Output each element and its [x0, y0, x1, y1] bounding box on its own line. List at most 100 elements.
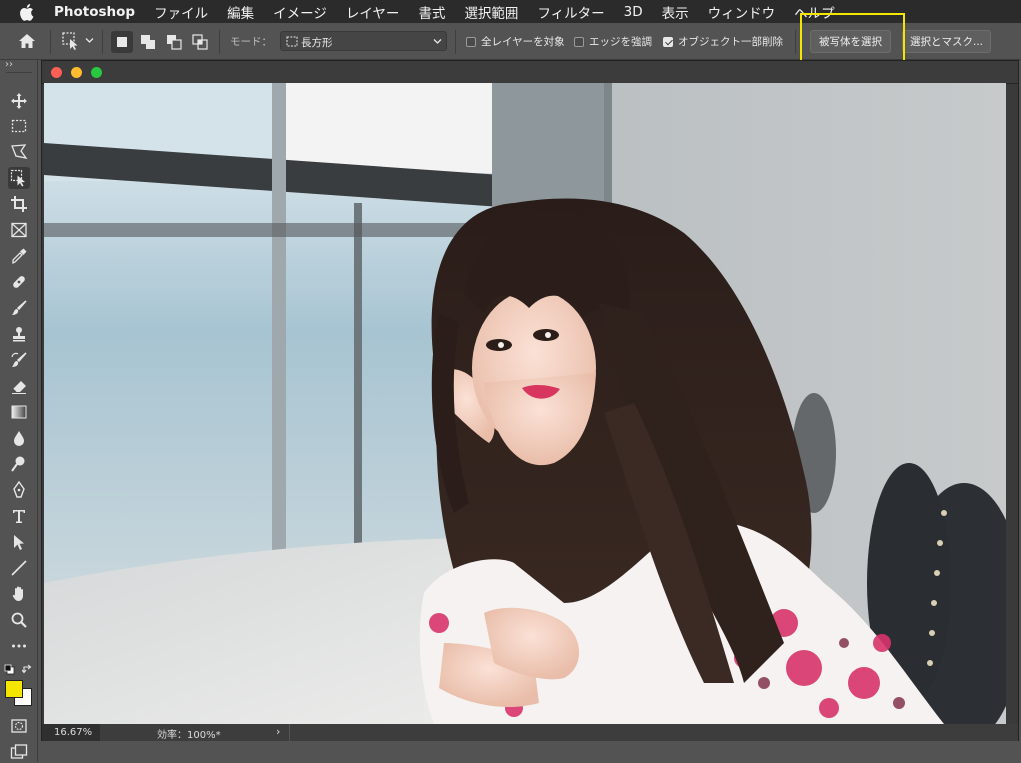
menu-file[interactable]: ファイル [154, 2, 208, 22]
select-subject-button[interactable]: 被写体を選択 [810, 30, 891, 53]
type-icon [13, 510, 25, 523]
move-icon [11, 93, 27, 109]
sample-all-layers-box [466, 36, 476, 47]
object-subtract-box [663, 36, 673, 47]
zoom-tool[interactable] [8, 609, 30, 631]
minimize-window-button[interactable] [71, 67, 82, 78]
document-titlebar [42, 61, 1018, 84]
enhance-edge-checkbox[interactable]: エッジを強調 [574, 34, 652, 49]
rectangle-mode-icon [286, 36, 298, 47]
dodge-icon [11, 456, 25, 472]
screen-mode-button[interactable] [8, 741, 30, 763]
line-icon [11, 560, 27, 576]
app-name-menu[interactable]: Photoshop [54, 4, 135, 20]
magnifier-icon [11, 612, 27, 628]
menu-type[interactable]: 書式 [418, 2, 445, 22]
select-and-mask-label: 選択とマスク... [909, 36, 983, 48]
brush-icon [12, 300, 27, 315]
eyedropper-icon [12, 248, 27, 265]
options-bar: モード： 長方形 全レイヤーを対象 エッジを強調 オブジェクト一部削除 被写体を… [0, 23, 1021, 60]
foreground-color-swatch[interactable] [5, 680, 23, 698]
clone-stamp-tool[interactable] [8, 323, 30, 345]
gradient-icon [11, 405, 27, 419]
home-icon[interactable] [17, 32, 37, 50]
crop-icon [11, 196, 27, 212]
object-selection-icon [10, 169, 25, 187]
pen-tool[interactable] [8, 479, 30, 501]
chevron-down-icon[interactable] [85, 37, 94, 44]
sample-all-layers-checkbox[interactable]: 全レイヤーを対象 [466, 34, 565, 49]
add-to-selection-button[interactable] [137, 31, 159, 53]
polygon-lasso-icon [11, 144, 28, 159]
history-brush-tool[interactable] [8, 349, 30, 371]
select-and-mask-button[interactable]: 選択とマスク... [902, 30, 991, 53]
eraser-icon [12, 381, 26, 394]
image-canvas[interactable] [44, 83, 1006, 724]
gradient-tool[interactable] [8, 401, 30, 423]
object-selection-preset-icon[interactable] [61, 31, 81, 51]
mode-chevron-icon [433, 39, 442, 44]
more-tools-button[interactable] [8, 635, 30, 657]
menu-filter[interactable]: フィルター [537, 2, 604, 22]
add-selection-icon [141, 35, 155, 49]
hand-icon [12, 586, 23, 601]
status-menu-arrow-icon[interactable]: › [276, 725, 280, 738]
enhance-edge-box [574, 36, 584, 47]
stamp-icon [13, 327, 25, 342]
panel-expand-icon[interactable]: ›› [5, 59, 13, 70]
default-colors-icon[interactable] [4, 664, 15, 675]
menu-help[interactable]: ヘルプ [794, 2, 835, 22]
object-subtract-checkbox[interactable]: オブジェクト一部削除 [663, 34, 783, 49]
quick-mask-button[interactable] [8, 715, 30, 737]
dodge-tool[interactable] [8, 453, 30, 475]
water-drop-icon [14, 431, 24, 446]
lasso-tool[interactable] [8, 141, 30, 163]
brush-tool[interactable] [8, 297, 30, 319]
eyedropper-tool[interactable] [8, 245, 30, 267]
frame-icon [11, 222, 27, 238]
maximize-window-button[interactable] [91, 67, 102, 78]
menu-view[interactable]: 表示 [662, 2, 689, 22]
mode-label: モード： [230, 36, 272, 48]
intersect-selection-button[interactable] [189, 31, 211, 53]
path-selection-tool[interactable] [8, 531, 30, 553]
hand-tool[interactable] [8, 583, 30, 605]
subtract-from-selection-button[interactable] [163, 31, 185, 53]
document-status-bar: 16.67% 効率：100%* › [42, 724, 1018, 741]
close-window-button[interactable] [51, 67, 62, 78]
rect-marquee-icon [11, 119, 27, 133]
menu-image[interactable]: イメージ [273, 2, 327, 22]
tools-panel: ›› [0, 59, 38, 763]
screen-mode-icon [10, 744, 28, 759]
line-tool[interactable] [8, 557, 30, 579]
menu-select[interactable]: 選択範囲 [464, 2, 518, 22]
mode-select[interactable]: 長方形 [280, 31, 447, 51]
menu-3d[interactable]: 3D [624, 4, 643, 20]
crop-tool[interactable] [8, 193, 30, 215]
arrow-pointer-icon [14, 535, 24, 550]
menu-edit[interactable]: 編集 [227, 2, 254, 22]
sample-all-layers-label: 全レイヤーを対象 [481, 36, 565, 48]
menu-window[interactable]: ウィンドウ [708, 2, 776, 22]
marquee-tool[interactable] [8, 115, 30, 137]
healing-brush-tool[interactable] [8, 271, 30, 293]
swap-colors-icon[interactable] [22, 664, 33, 675]
document-window: 16.67% 効率：100%* › [41, 60, 1019, 741]
subtract-selection-icon [167, 35, 182, 50]
type-tool[interactable] [8, 505, 30, 527]
frame-tool[interactable] [8, 219, 30, 241]
quick-mask-icon [11, 719, 27, 733]
blur-tool[interactable] [8, 427, 30, 449]
select-subject-label: 被写体を選択 [819, 36, 882, 48]
apple-icon[interactable] [18, 3, 34, 21]
object-selection-tool[interactable] [8, 167, 30, 189]
mode-value: 長方形 [301, 37, 333, 49]
bandage-icon [13, 276, 25, 288]
zoom-level-field[interactable]: 16.67% [42, 724, 100, 741]
new-selection-button[interactable] [111, 31, 133, 53]
eraser-tool[interactable] [8, 375, 30, 397]
intersect-selection-icon [192, 34, 208, 50]
efficiency-readout: 効率：100%* [157, 730, 221, 741]
menu-layer[interactable]: レイヤー [346, 2, 400, 22]
move-tool[interactable] [8, 90, 30, 112]
